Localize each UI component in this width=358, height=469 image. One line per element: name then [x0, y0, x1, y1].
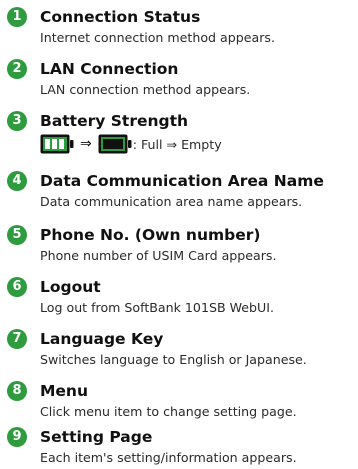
number-badge: 5 [7, 225, 27, 245]
number-badge: 9 [7, 427, 27, 447]
item-title: Connection Status [40, 8, 201, 26]
item-title: Battery Strength [40, 112, 189, 130]
number-badge: 2 [7, 59, 27, 79]
battery-legend: ⇒ : Full ⇒ Empty [40, 133, 222, 155]
item-description: LAN connection method appears. [40, 82, 251, 97]
battery-legend-text: : Full ⇒ Empty [132, 136, 222, 152]
item-description: Log out from SoftBank 101SB WebUI. [40, 300, 274, 315]
item-title: Menu [40, 382, 89, 400]
item-description: Phone number of USIM Card appears. [40, 248, 277, 263]
number-badge: 6 [7, 277, 27, 297]
battery-full-icon [40, 134, 74, 154]
item-description: Click menu item to change setting page. [40, 404, 297, 419]
item-title: Setting Page [40, 428, 153, 446]
number-badge: 8 [7, 381, 27, 401]
item-title: LAN Connection [40, 60, 179, 78]
number-badge: 7 [7, 329, 27, 349]
item-title: Phone No. (Own number) [40, 226, 261, 244]
number-badge: 4 [7, 171, 27, 191]
item-description: Switches language to English or Japanese… [40, 352, 307, 367]
number-badge: 3 [7, 111, 27, 131]
arrow-icon: ⇒ [80, 136, 92, 152]
item-title: Data Communication Area Name [40, 172, 324, 190]
number-badge: 1 [7, 7, 27, 27]
item-description: Data communication area name appears. [40, 194, 303, 209]
item-description: Internet connection method appears. [40, 30, 275, 45]
item-title: Logout [40, 278, 101, 296]
item-description: Each item's setting/information appears. [40, 450, 297, 465]
item-title: Language Key [40, 330, 164, 348]
battery-empty-icon [98, 134, 132, 154]
